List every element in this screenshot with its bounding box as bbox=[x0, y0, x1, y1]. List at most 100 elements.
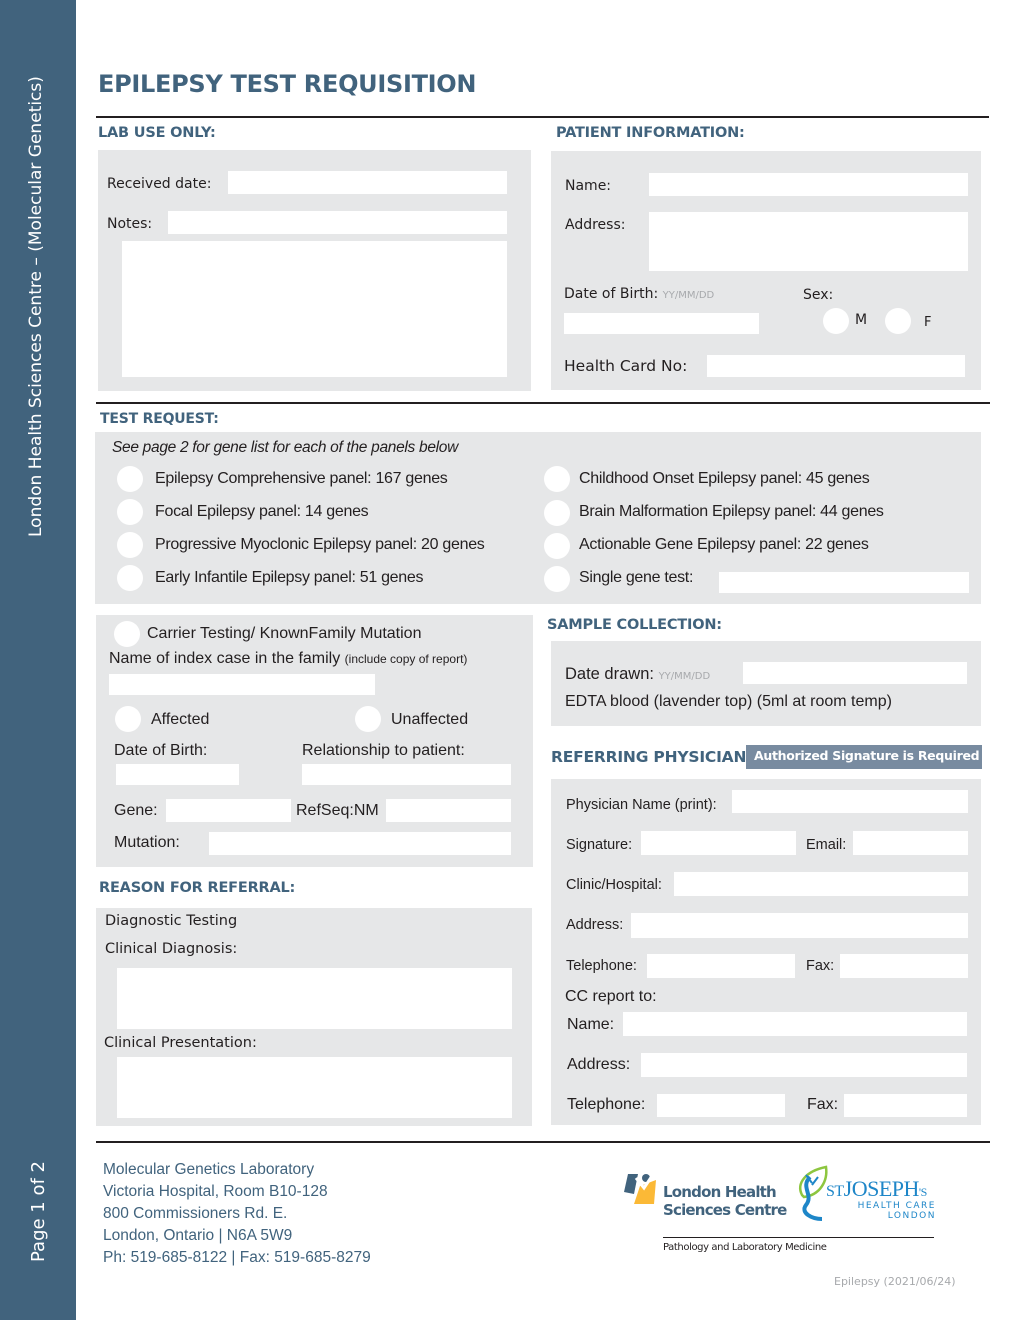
cc-address-input[interactable] bbox=[641, 1053, 967, 1077]
panel-childhood-radio[interactable] bbox=[544, 466, 570, 492]
sjhc-logo-line3: LONDON bbox=[887, 1211, 936, 1221]
patient-dob-input[interactable] bbox=[564, 313, 759, 334]
relationship-input[interactable] bbox=[302, 764, 511, 785]
department-label: Pathology and Laboratory Medicine bbox=[663, 1242, 827, 1253]
carrier-testing-label: Carrier Testing/ KnownFamily Mutation bbox=[147, 625, 422, 642]
patient-dob-hint: YY/MM/DD bbox=[662, 290, 715, 301]
notes-input[interactable] bbox=[168, 211, 507, 234]
panel-myoclonic-radio[interactable] bbox=[117, 532, 143, 558]
gene-input[interactable] bbox=[166, 799, 291, 822]
carrier-dob-input[interactable] bbox=[116, 764, 239, 785]
lab-use-panel: Received date: Notes: bbox=[98, 150, 531, 391]
clinical-presentation-input[interactable] bbox=[117, 1057, 512, 1118]
panel-early-infantile-radio[interactable] bbox=[117, 565, 143, 591]
patient-address-input[interactable] bbox=[649, 212, 968, 271]
cc-name-input[interactable] bbox=[623, 1012, 967, 1036]
panel-actionable-radio[interactable] bbox=[544, 533, 570, 559]
index-case-label-text: Name of index case in the family bbox=[109, 650, 341, 667]
date-drawn-input[interactable] bbox=[743, 662, 967, 684]
patient-name-input[interactable] bbox=[649, 173, 968, 196]
form-version: Epilepsy (2021/06/24) bbox=[834, 1275, 956, 1288]
refseq-label: RefSeq:NM bbox=[296, 802, 379, 819]
received-date-input[interactable] bbox=[228, 171, 507, 194]
test-request-heading: TEST REQUEST: bbox=[100, 411, 219, 427]
physician-name-input[interactable] bbox=[732, 790, 968, 813]
lhsc-logo-line1: London Health bbox=[663, 1183, 777, 1201]
unaffected-radio[interactable] bbox=[355, 706, 381, 732]
single-gene-radio[interactable] bbox=[544, 566, 570, 592]
single-gene-label: Single gene test: bbox=[579, 569, 694, 586]
patient-dob-label-text: Date of Birth: bbox=[564, 286, 659, 302]
cc-telephone-input[interactable] bbox=[657, 1094, 785, 1117]
index-case-input[interactable] bbox=[109, 674, 375, 695]
lab-use-heading: LAB USE ONLY: bbox=[98, 125, 216, 141]
sex-m-label: M bbox=[855, 312, 868, 328]
clinic-input[interactable] bbox=[674, 872, 968, 896]
affected-radio[interactable] bbox=[115, 706, 141, 732]
physician-address-label: Address: bbox=[566, 917, 624, 933]
cc-name-label: Name: bbox=[567, 1016, 615, 1033]
signature-required-badge: Authorized Signature is Required bbox=[746, 745, 982, 769]
physician-fax-label: Fax: bbox=[806, 958, 835, 974]
carrier-dob-label: Date of Birth: bbox=[114, 742, 208, 759]
panel-brain-malformation-radio[interactable] bbox=[544, 500, 570, 526]
sjhc-logo-main: STJOSEPH'S bbox=[826, 1176, 927, 1202]
date-drawn-label: Date drawn: YY/MM/DD bbox=[565, 665, 710, 684]
reason-for-referral-panel: Diagnostic Testing Clinical Diagnosis: C… bbox=[96, 908, 532, 1126]
panel-focal-radio[interactable] bbox=[117, 499, 143, 525]
gene-label: Gene: bbox=[114, 802, 158, 819]
cc-address-label: Address: bbox=[567, 1056, 631, 1073]
sex-f-radio[interactable] bbox=[885, 308, 911, 334]
panel-actionable-label: Actionable Gene Epilepsy panel: 22 genes bbox=[579, 536, 869, 553]
sjhc-logo-s: 'S bbox=[918, 1185, 927, 1199]
affected-label: Affected bbox=[151, 711, 210, 728]
lab-address-line: London, Ontario | N6A 5W9 bbox=[103, 1227, 293, 1244]
lhsc-logo-text: London Health Sciences Centre bbox=[663, 1183, 787, 1219]
sidebar-org-label: London Health Sciences Centre – (Molecul… bbox=[26, 76, 46, 537]
single-gene-input[interactable] bbox=[719, 572, 969, 593]
refseq-input[interactable] bbox=[386, 799, 511, 822]
physician-fax-input[interactable] bbox=[840, 954, 968, 978]
page-indicator: Page 1 of 2 bbox=[28, 1161, 49, 1262]
index-case-hint: (include copy of report) bbox=[344, 652, 468, 666]
sex-f-label: F bbox=[924, 315, 932, 330]
footer-divider bbox=[96, 1141, 990, 1143]
signature-input[interactable] bbox=[641, 831, 796, 855]
referring-physician-heading: REFERRING PHYSICIAN: bbox=[551, 748, 753, 766]
mutation-label: Mutation: bbox=[114, 834, 180, 851]
specimen-note: EDTA blood (lavender top) (5ml at room t… bbox=[565, 693, 892, 710]
test-request-note: See page 2 for gene list for each of the… bbox=[112, 439, 459, 456]
cc-fax-label: Fax: bbox=[807, 1096, 839, 1113]
sjhc-logo-joseph: JOSEPH bbox=[843, 1176, 920, 1201]
reason-for-referral-heading: REASON FOR REFERRAL: bbox=[99, 880, 296, 896]
sjhc-logo-sub: HEALTH CARE LONDON bbox=[852, 1201, 936, 1221]
lab-address-line: 800 Commissioners Rd. E. bbox=[103, 1205, 288, 1222]
notes-textarea[interactable] bbox=[122, 241, 507, 377]
clinical-presentation-label: Clinical Presentation: bbox=[104, 1035, 257, 1051]
physician-telephone-label: Telephone: bbox=[566, 958, 637, 974]
carrier-testing-radio[interactable] bbox=[114, 621, 140, 647]
panel-comprehensive-label: Epilepsy Comprehensive panel: 167 genes bbox=[155, 470, 448, 487]
index-case-label: Name of index case in the family (includ… bbox=[109, 650, 467, 668]
mutation-input[interactable] bbox=[209, 832, 511, 855]
physician-telephone-input[interactable] bbox=[647, 954, 795, 978]
cc-fax-input[interactable] bbox=[844, 1094, 967, 1117]
physician-address-input[interactable] bbox=[631, 913, 968, 938]
lhsc-logo-icon bbox=[622, 1172, 658, 1206]
signature-label: Signature: bbox=[566, 837, 633, 853]
health-card-label: Health Card No: bbox=[564, 357, 688, 375]
lab-address-line: Molecular Genetics Laboratory bbox=[103, 1161, 315, 1178]
clinical-diagnosis-input[interactable] bbox=[117, 968, 512, 1029]
email-input[interactable] bbox=[853, 831, 968, 855]
sample-collection-heading: SAMPLE COLLECTION: bbox=[547, 617, 722, 633]
panel-comprehensive-radio[interactable] bbox=[117, 466, 143, 492]
sidebar-band: London Health Sciences Centre – (Molecul… bbox=[0, 0, 76, 1320]
health-card-input[interactable] bbox=[707, 355, 965, 377]
cc-telephone-label: Telephone: bbox=[567, 1096, 646, 1113]
date-drawn-hint: YY/MM/DD bbox=[658, 671, 711, 682]
test-request-panel: See page 2 for gene list for each of the… bbox=[95, 432, 981, 604]
page-title: EPILEPSY TEST REQUISITION bbox=[98, 70, 477, 98]
patient-dob-label: Date of Birth: YY/MM/DD bbox=[564, 286, 714, 302]
sex-m-radio[interactable] bbox=[823, 308, 849, 334]
diagnostic-testing-label: Diagnostic Testing bbox=[105, 913, 238, 929]
